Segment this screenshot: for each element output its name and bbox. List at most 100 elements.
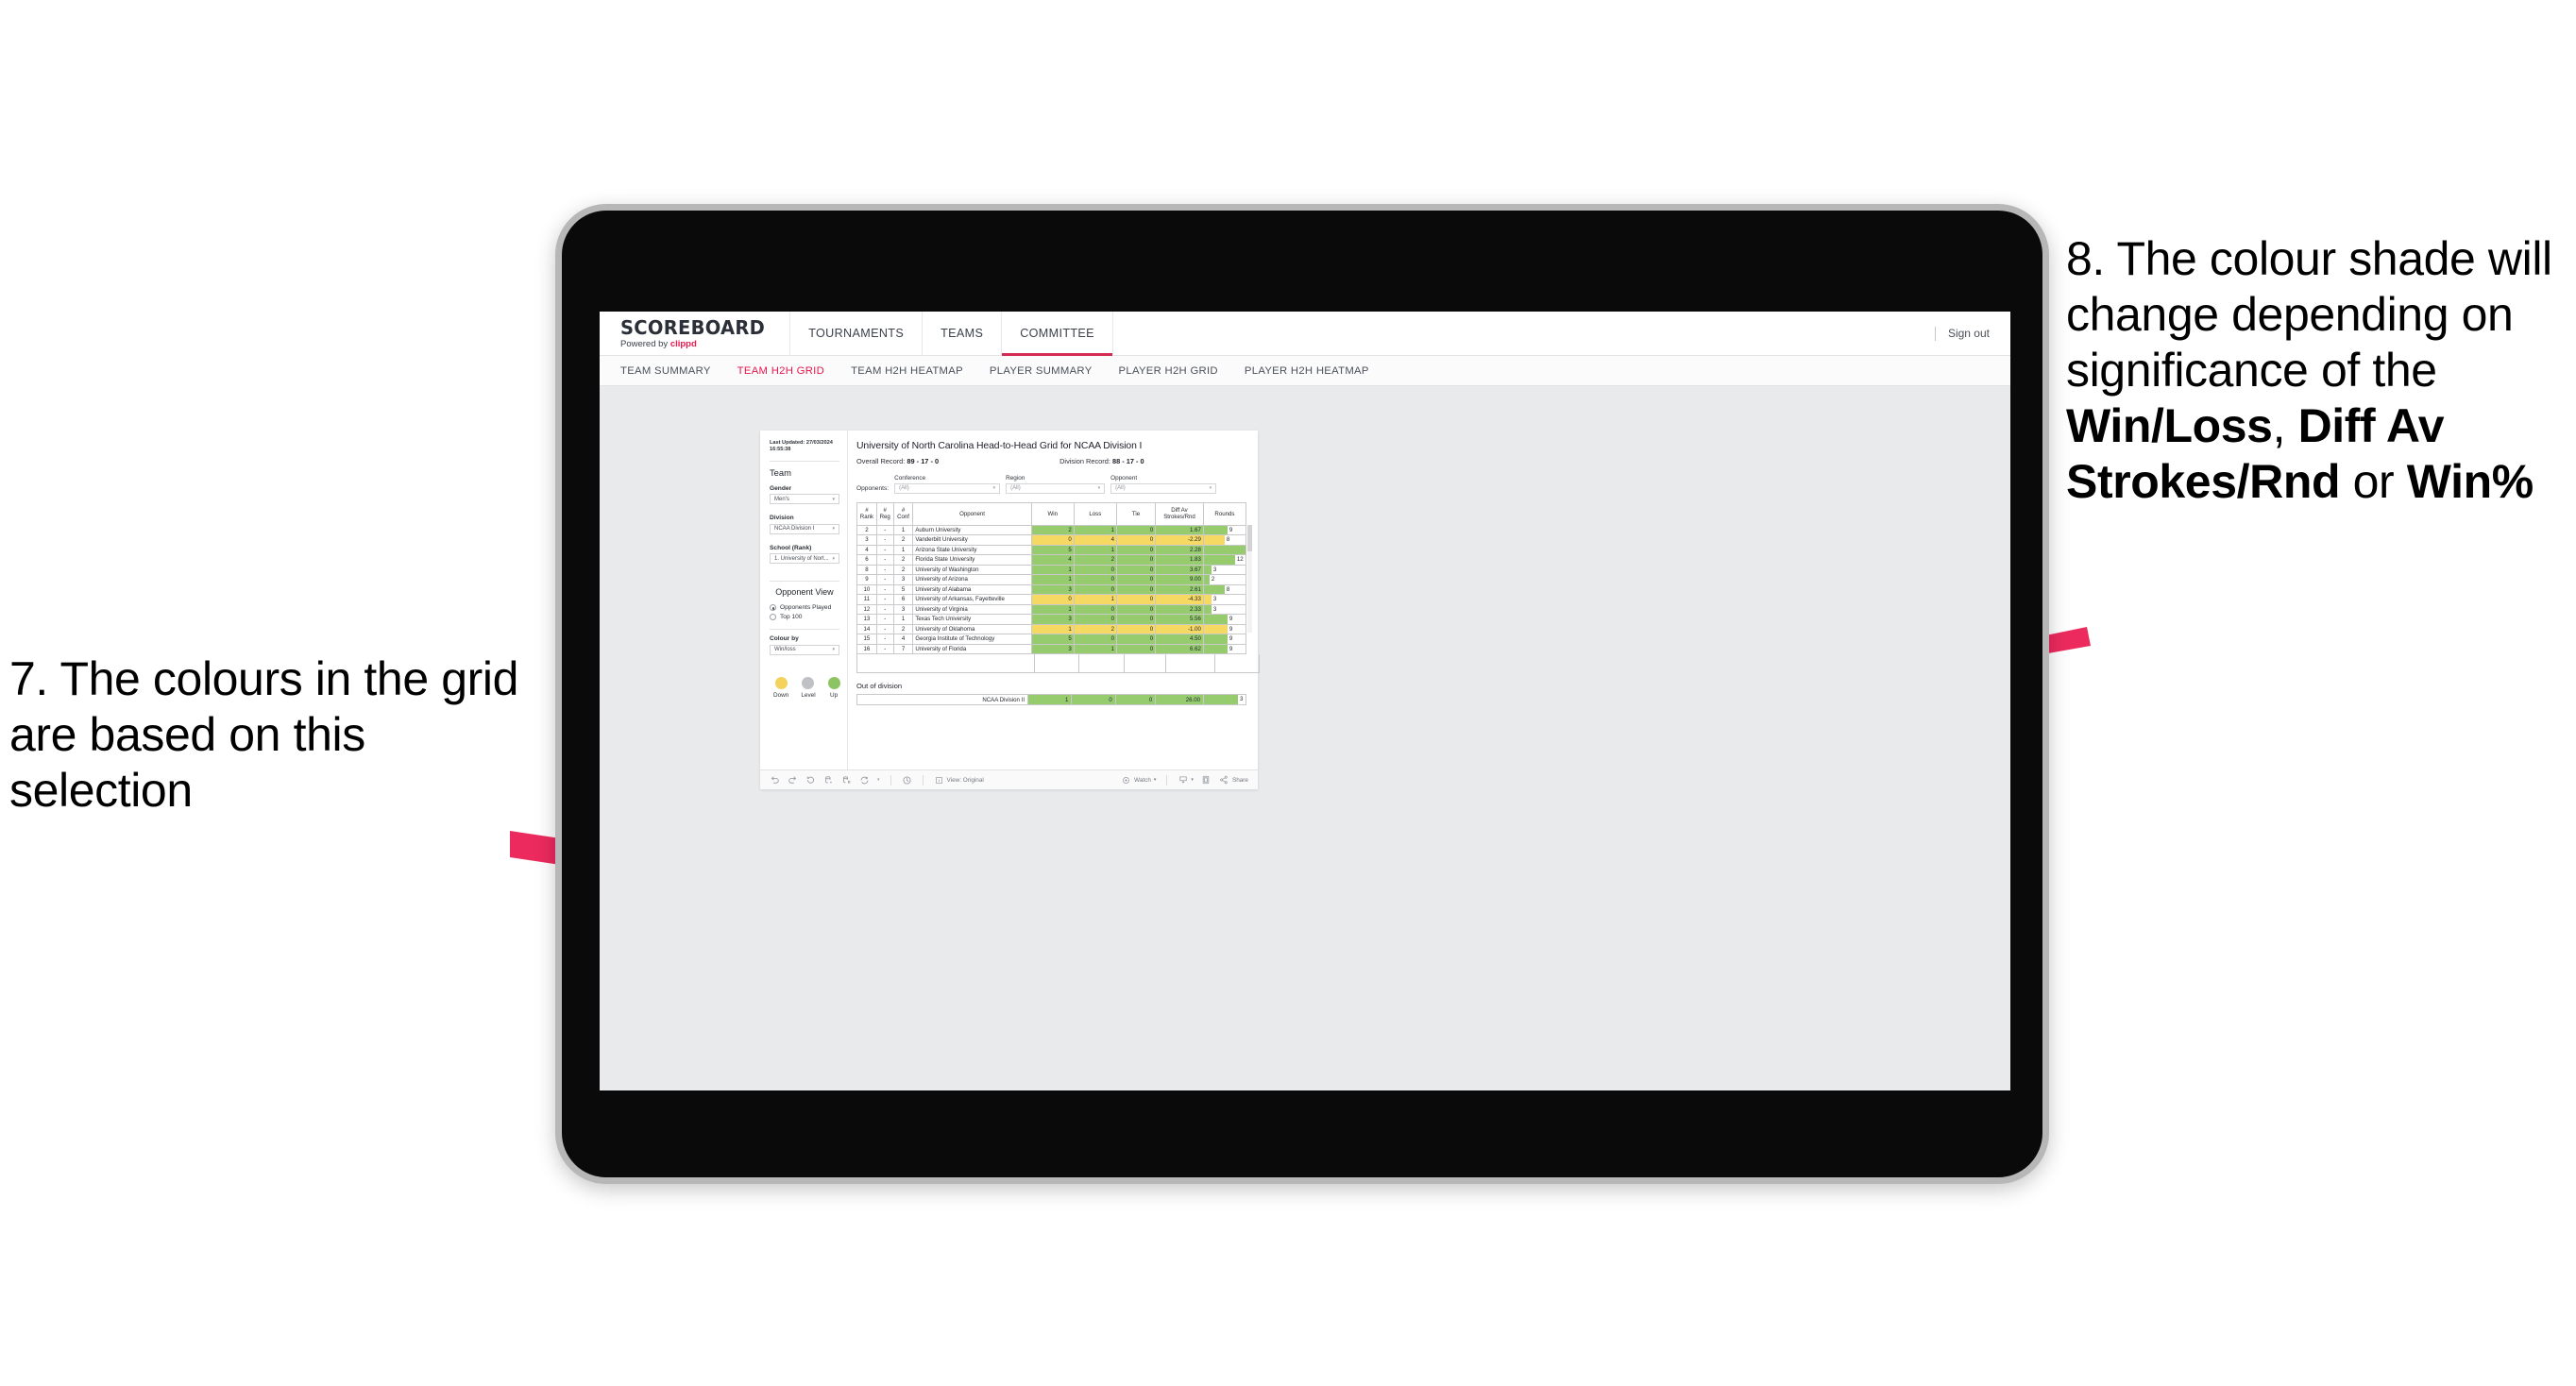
pause-auto-updates-icon[interactable]: [859, 775, 870, 786]
sign-out-link[interactable]: Sign out: [1948, 327, 1990, 340]
col-header-win[interactable]: Win: [1030, 501, 1075, 526]
cell-win: 0: [1030, 594, 1075, 605]
chevron-down-icon[interactable]: ▾: [877, 777, 880, 783]
cell-rounds: 9: [1202, 634, 1247, 645]
table-row[interactable]: 3-2 Vanderbilt University 0 4 0 -2.29 8: [856, 534, 1247, 546]
refresh-data-icon[interactable]: [823, 775, 834, 786]
radio-top-100[interactable]: Top 100: [770, 613, 839, 620]
device-layout-icon[interactable]: [1201, 775, 1212, 786]
col-header-conf[interactable]: # Conf: [892, 501, 914, 526]
view-original-button[interactable]: View: Original: [934, 775, 984, 786]
redo-icon[interactable]: [788, 775, 798, 786]
filter-conference-select[interactable]: (All) ▾: [894, 482, 1001, 494]
table-row[interactable]: 10-5 University of Alabama 3 0 0 2.61 8: [856, 583, 1247, 595]
gender-select[interactable]: Men's ▾: [770, 494, 839, 505]
top-tab-tournaments[interactable]: TOURNAMENTS: [790, 312, 922, 356]
cell-conf: 6: [892, 594, 914, 605]
out-of-division-row[interactable]: NCAA Division II 1 0 0 26.00 3: [856, 694, 1247, 705]
overall-record: Overall Record: 89 - 17 - 0: [856, 457, 939, 465]
top-tab-teams[interactable]: TEAMS: [923, 312, 1001, 356]
revert-icon[interactable]: [805, 775, 816, 786]
division-label: Division: [770, 515, 794, 522]
table-row[interactable]: 2-1 Auburn University 2 1 0 1.67 9: [856, 524, 1247, 535]
sub-tab-team-h2h-grid[interactable]: TEAM H2H GRID: [737, 365, 824, 377]
table-row[interactable]: 14-2 University of Oklahoma 1 2 0 -1.00 9: [856, 623, 1247, 634]
scoreboard-logo[interactable]: SCOREBOARD Powered by clippd: [600, 317, 789, 349]
table-row[interactable]: 13-1 Texas Tech University 3 0 0 5.56 9: [856, 614, 1247, 625]
table-row[interactable]: 16-7 University of Florida 3 1 0 6.62 9: [856, 643, 1247, 654]
table-row[interactable]: 8-2 University of Washington 1 0 0 3.67 3: [856, 564, 1247, 575]
table-row[interactable]: 4-1Arizona State University5102.2817: [856, 544, 1247, 555]
sub-tab-team-h2h-heatmap[interactable]: TEAM H2H HEATMAP: [851, 365, 963, 377]
col-header-diff-av-strokes[interactable]: Diff Av Strokes/Rnd: [1155, 501, 1204, 526]
empty-cell: [857, 654, 1035, 672]
tablet-screen: SCOREBOARD Powered by clippd TOURNAMENTS…: [600, 312, 2010, 1090]
watch-button[interactable]: Watch ▾: [1121, 775, 1156, 786]
legend-item-up: Up: [827, 676, 840, 699]
cell-reg: -: [875, 564, 894, 575]
download-button[interactable]: ▾: [1178, 775, 1194, 786]
cell-rank: 4: [856, 544, 877, 555]
cell-reg: -: [875, 554, 894, 566]
cell-opponent: University of Arizona: [912, 574, 1032, 585]
table-row[interactable]: 11-6 University of Arkansas, Fayetteville…: [856, 594, 1247, 605]
sub-tab-player-h2h-heatmap[interactable]: PLAYER H2H HEATMAP: [1245, 365, 1369, 377]
opponent-filters: Opponents: Conference (All) ▾ Region (Al…: [856, 475, 1246, 494]
school-rank-select[interactable]: 1. University of Nort... ▾: [770, 553, 839, 565]
sub-tab-player-h2h-grid[interactable]: PLAYER H2H GRID: [1119, 365, 1218, 377]
cell-win: 3: [1030, 643, 1075, 654]
cell-rank: 14: [856, 623, 877, 634]
ood-cell-diff: 26.00: [1155, 694, 1204, 705]
cell-rank: 2: [856, 524, 877, 535]
table-row[interactable]: 12-3 University of Virginia 1 0 0 2.33 3: [856, 603, 1247, 615]
col-header-reg[interactable]: # Reg: [875, 501, 894, 526]
table-row[interactable]: 15-4 Georgia Institute of Technology 5 0 0 4.…: [856, 634, 1247, 645]
division-select[interactable]: NCAA Division I ▾: [770, 523, 839, 534]
cell-win: 3: [1030, 614, 1075, 625]
cell-tie: 0: [1115, 554, 1157, 566]
sub-tab-team-summary[interactable]: TEAM SUMMARY: [620, 365, 711, 377]
sidebar-divider: [770, 460, 839, 462]
cell-conf: 1: [892, 524, 914, 535]
rounds-value: 2: [1211, 576, 1215, 583]
colour-legend: Down Level Up: [770, 666, 840, 699]
colour-by-value: Win/loss: [774, 647, 796, 653]
share-button[interactable]: Share: [1219, 775, 1248, 786]
history-icon[interactable]: [902, 775, 912, 786]
filter-opponent-select[interactable]: (All) ▾: [1110, 482, 1217, 494]
colour-by-select[interactable]: Win/loss ▾: [770, 644, 839, 655]
table-row[interactable]: 6-2 Florida State University 4 2 0 1.83 12: [856, 554, 1247, 566]
scrollbar-thumb[interactable]: [1247, 524, 1252, 551]
viz-container: Last Updated: 27/03/2024 16:55:38 Team G…: [760, 431, 1260, 789]
division-value: NCAA Division I: [774, 526, 815, 532]
sub-tab-player-summary[interactable]: PLAYER SUMMARY: [990, 365, 1093, 377]
ood-cell-rounds: 3: [1202, 694, 1247, 705]
filter-region-value: (All): [1010, 485, 1021, 491]
dashboard-canvas: Last Updated: 27/03/2024 16:55:38 Team G…: [600, 386, 2010, 1090]
top-tab-committee[interactable]: COMMITTEE: [1002, 312, 1112, 356]
table-row[interactable]: 9-3 University of Arizona 1 0 0 9.00 2: [856, 574, 1247, 585]
cell-win: 3: [1030, 583, 1075, 595]
col-header-opponent[interactable]: Opponent: [912, 501, 1032, 526]
col-header-tie[interactable]: Tie: [1115, 501, 1157, 526]
share-label: Share: [1231, 776, 1248, 784]
sign-out-area: Sign out: [1934, 326, 2010, 341]
cell-conf: 5: [892, 583, 914, 595]
legend-label-level: Level: [801, 691, 816, 699]
filter-region-select[interactable]: (All) ▾: [1006, 482, 1106, 494]
col-header-rank[interactable]: # Rank: [856, 501, 877, 526]
col-header-rounds[interactable]: Rounds: [1202, 501, 1247, 526]
cell-loss: 0: [1073, 564, 1117, 575]
pause-refresh-icon[interactable]: [841, 775, 852, 786]
table-scrollbar[interactable]: [1247, 524, 1252, 633]
col-header-loss[interactable]: Loss: [1073, 501, 1117, 526]
view-icon: [934, 775, 944, 786]
table-header-row: # Rank # Reg # Conf Opponent Win Loss Tie D…: [856, 501, 1247, 526]
radio-opponents-played[interactable]: Opponents Played: [770, 604, 839, 612]
chevron-down-icon: ▾: [832, 496, 835, 502]
cell-rank: 3: [856, 534, 877, 546]
gender-label: Gender: [770, 484, 792, 492]
undo-icon[interactable]: [770, 775, 780, 786]
annotation-bold-winpct: Win%: [2406, 455, 2534, 508]
filter-opponent-value: (All): [1115, 485, 1126, 491]
